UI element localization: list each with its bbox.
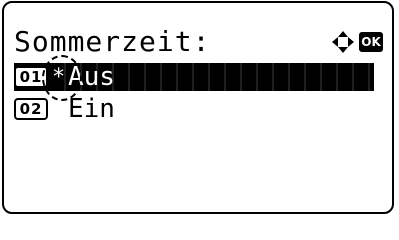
option-label: Ein bbox=[68, 94, 115, 124]
display-panel: Sommerzeit: OK 01 * Aus 02 Ein bbox=[2, 1, 394, 214]
selection-focus-ring bbox=[42, 55, 82, 101]
ok-icon: OK bbox=[359, 32, 383, 52]
option-row-aus[interactable]: 01 * Aus bbox=[14, 55, 374, 101]
option-number-badge: 02 bbox=[14, 98, 48, 120]
four-way-arrow-icon bbox=[332, 31, 354, 53]
screen-title: Sommerzeit: bbox=[14, 25, 211, 58]
